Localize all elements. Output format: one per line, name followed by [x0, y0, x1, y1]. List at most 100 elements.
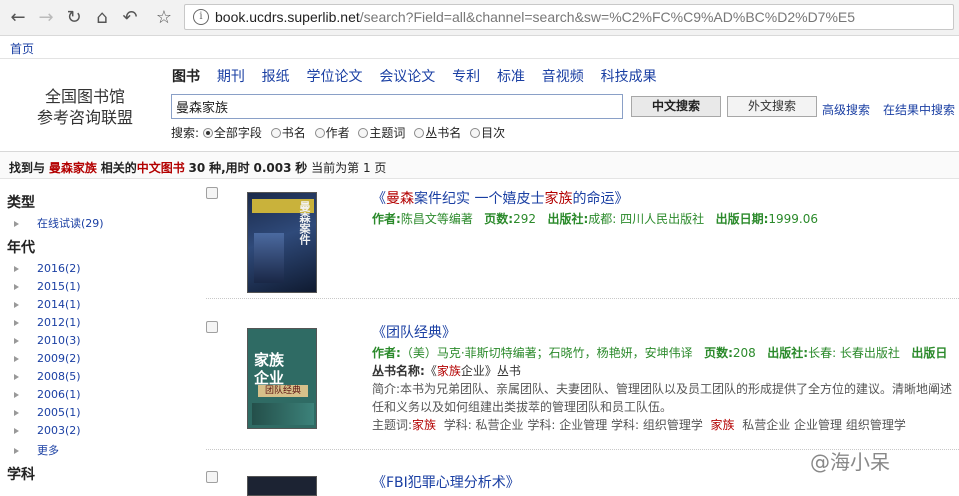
tab-sci-tech[interactable]: 科技成果 — [601, 66, 657, 86]
cover-line: 家族 — [254, 351, 285, 369]
facet-item-year[interactable]: 2015(1) — [14, 280, 81, 293]
facet-item-online-preview[interactable]: 在线试读(29) — [14, 215, 104, 231]
facet-item-year[interactable]: 2010(3) — [14, 334, 81, 347]
facet-item-year[interactable]: 2012(1) — [14, 316, 81, 329]
facet-item-year[interactable]: 2003(2) — [14, 424, 81, 437]
facet-item-year[interactable]: 2014(1) — [14, 298, 81, 311]
facet-item-label: 2016(2) — [37, 262, 81, 275]
expand-triangle-icon — [14, 266, 19, 272]
results-summary-bar: 找到与 曼森家族 相关的中文图书 30 种,用时 0.003 秒 当前为第 1 … — [0, 151, 959, 179]
facet-item-year[interactable]: 2005(1) — [14, 406, 81, 419]
chinese-search-button[interactable]: 中文搜索 — [631, 96, 721, 117]
field-option-subject[interactable]: 主题词 — [358, 124, 405, 141]
tab-journals[interactable]: 期刊 — [217, 66, 245, 86]
series-highlight: 家族 — [436, 364, 461, 378]
expand-triangle-icon — [14, 448, 19, 454]
subject-text: 学科: 私营企业 学科: 企业管理 学科: 组织管理学 — [443, 418, 703, 432]
bookmark-bar: 首页 — [0, 37, 959, 59]
field-option-label: 书名 — [281, 126, 306, 140]
facet-item-label: 2008(5) — [37, 370, 81, 383]
bookmark-home-link[interactable]: 首页 — [10, 40, 34, 57]
undo-icon[interactable]: ↶ — [118, 6, 142, 30]
expand-triangle-icon — [14, 221, 19, 227]
tab-newspapers[interactable]: 报纸 — [262, 66, 290, 86]
field-option-toc[interactable]: 目次 — [470, 124, 505, 141]
result-title-link[interactable]: 《曼森案件纪实 一个嬉皮士家族的命运》 — [372, 188, 628, 208]
radio-icon[interactable] — [358, 128, 369, 138]
back-arrow-icon[interactable]: ← — [6, 6, 30, 30]
abstract-label: 简介: — [372, 382, 401, 396]
result-checkbox[interactable] — [206, 471, 218, 483]
field-option-series[interactable]: 丛书名 — [414, 124, 461, 141]
foreign-search-button[interactable]: 外文搜索 — [727, 96, 817, 117]
book-cover-image[interactable]: 家族 企业 团队经典 — [247, 328, 317, 429]
radio-icon[interactable] — [414, 128, 425, 138]
field-option-label: 主题词 — [369, 126, 406, 140]
radio-icon[interactable] — [270, 128, 281, 138]
cover-title: 家族 企业 — [254, 351, 284, 387]
info-icon[interactable]: i — [193, 9, 209, 25]
facet-item-label: 2012(1) — [37, 316, 81, 329]
star-icon[interactable]: ☆ — [152, 6, 176, 30]
search-input[interactable] — [171, 94, 623, 119]
facet-item-year[interactable]: 2016(2) — [14, 262, 81, 275]
book-cover-image[interactable]: 曼森案件 — [247, 192, 317, 293]
facet-item-year[interactable]: 2006(1) — [14, 388, 81, 401]
field-option-title[interactable]: 书名 — [270, 124, 306, 141]
expand-triangle-icon — [14, 374, 19, 380]
logo-line1: 全国图书馆 — [44, 87, 125, 106]
category-tabs: 图书 期刊 报纸 学位论文 会议论文 专利 标准 音视频 科技成果 — [172, 66, 670, 86]
tab-theses[interactable]: 学位论文 — [306, 66, 362, 86]
tab-books[interactable]: 图书 — [172, 66, 200, 86]
result-checkbox[interactable] — [206, 321, 218, 333]
result-checkbox[interactable] — [206, 187, 218, 199]
subject-label: 主题词: — [372, 418, 413, 432]
facet-item-year[interactable]: 2009(2) — [14, 352, 81, 365]
abstract-text: 本书为兄弟团队、亲属团队、夫妻团队、管理团队以及员工团队的形成提供了全方位的建议… — [400, 382, 953, 396]
field-option-author[interactable]: 作者 — [314, 124, 350, 141]
url-host: book.ucdrs.superlib.net — [215, 9, 360, 25]
result-title-link[interactable]: 《团队经典》 — [372, 322, 456, 342]
facet-item-year[interactable]: 2008(5) — [14, 370, 81, 383]
field-option-label: 全部字段 — [213, 126, 262, 140]
facet-heading-year: 年代 — [7, 240, 35, 256]
subject-highlight: 家族 — [710, 418, 735, 432]
expand-triangle-icon — [14, 428, 19, 434]
address-bar[interactable]: i book.ucdrs.superlib.net/search?Field=a… — [184, 4, 954, 30]
radio-icon[interactable] — [202, 128, 213, 138]
summary-text: 页 — [374, 161, 387, 175]
reload-icon[interactable]: ↻ — [62, 6, 86, 30]
advanced-search-link[interactable]: 高级搜索 — [822, 101, 870, 118]
series-label: 丛书名称: — [372, 364, 425, 378]
result-abstract: 简介:本书为兄弟团队、亲属团队、夫妻团队、管理团队以及员工团队的形成提供了全方位… — [372, 380, 952, 397]
expand-triangle-icon — [14, 302, 19, 308]
tab-conference-papers[interactable]: 会议论文 — [379, 66, 435, 86]
facet-item-label: 2010(3) — [37, 334, 81, 347]
title-text: 案件纪实 一个嬉皮士 — [414, 191, 545, 207]
field-option-all[interactable]: 全部字段 — [202, 124, 262, 141]
result-abstract-line2: 任和义务以及如何组建出类拔萃的管理团队和员工队伍。 — [372, 400, 673, 414]
facet-item-more[interactable]: 更多 — [14, 442, 59, 458]
tab-patents[interactable]: 专利 — [452, 66, 480, 86]
title-highlight: 家族 — [544, 191, 573, 207]
meta-publisher: 成都: 四川人民出版社 — [588, 212, 705, 226]
radio-icon[interactable] — [314, 128, 325, 138]
site-logo[interactable]: 全国图书馆 参考咨询联盟 — [25, 86, 145, 128]
watermark: @海小呆 — [810, 450, 890, 474]
radio-icon[interactable] — [470, 128, 481, 138]
field-option-label: 作者 — [325, 126, 350, 140]
series-text: 《 — [424, 364, 437, 378]
meta-label: 页数: — [484, 212, 514, 226]
expand-triangle-icon — [14, 338, 19, 344]
tab-standards[interactable]: 标准 — [497, 66, 525, 86]
facet-item-label: 2003(2) — [37, 424, 81, 437]
forward-arrow-icon[interactable]: → — [34, 6, 58, 30]
book-cover-image[interactable] — [247, 476, 317, 496]
url-text: book.ucdrs.superlib.net/search?Field=all… — [215, 9, 855, 25]
tab-audio-video[interactable]: 音视频 — [542, 66, 584, 86]
cover-subtitle: 团队经典 — [258, 385, 308, 397]
cover-title: 曼森案件 — [298, 201, 311, 245]
result-title-link[interactable]: 《FBI犯罪心理分析术》 — [372, 472, 520, 492]
search-in-results-link[interactable]: 在结果中搜索 — [883, 101, 955, 118]
home-icon[interactable]: ⌂ — [90, 6, 114, 30]
